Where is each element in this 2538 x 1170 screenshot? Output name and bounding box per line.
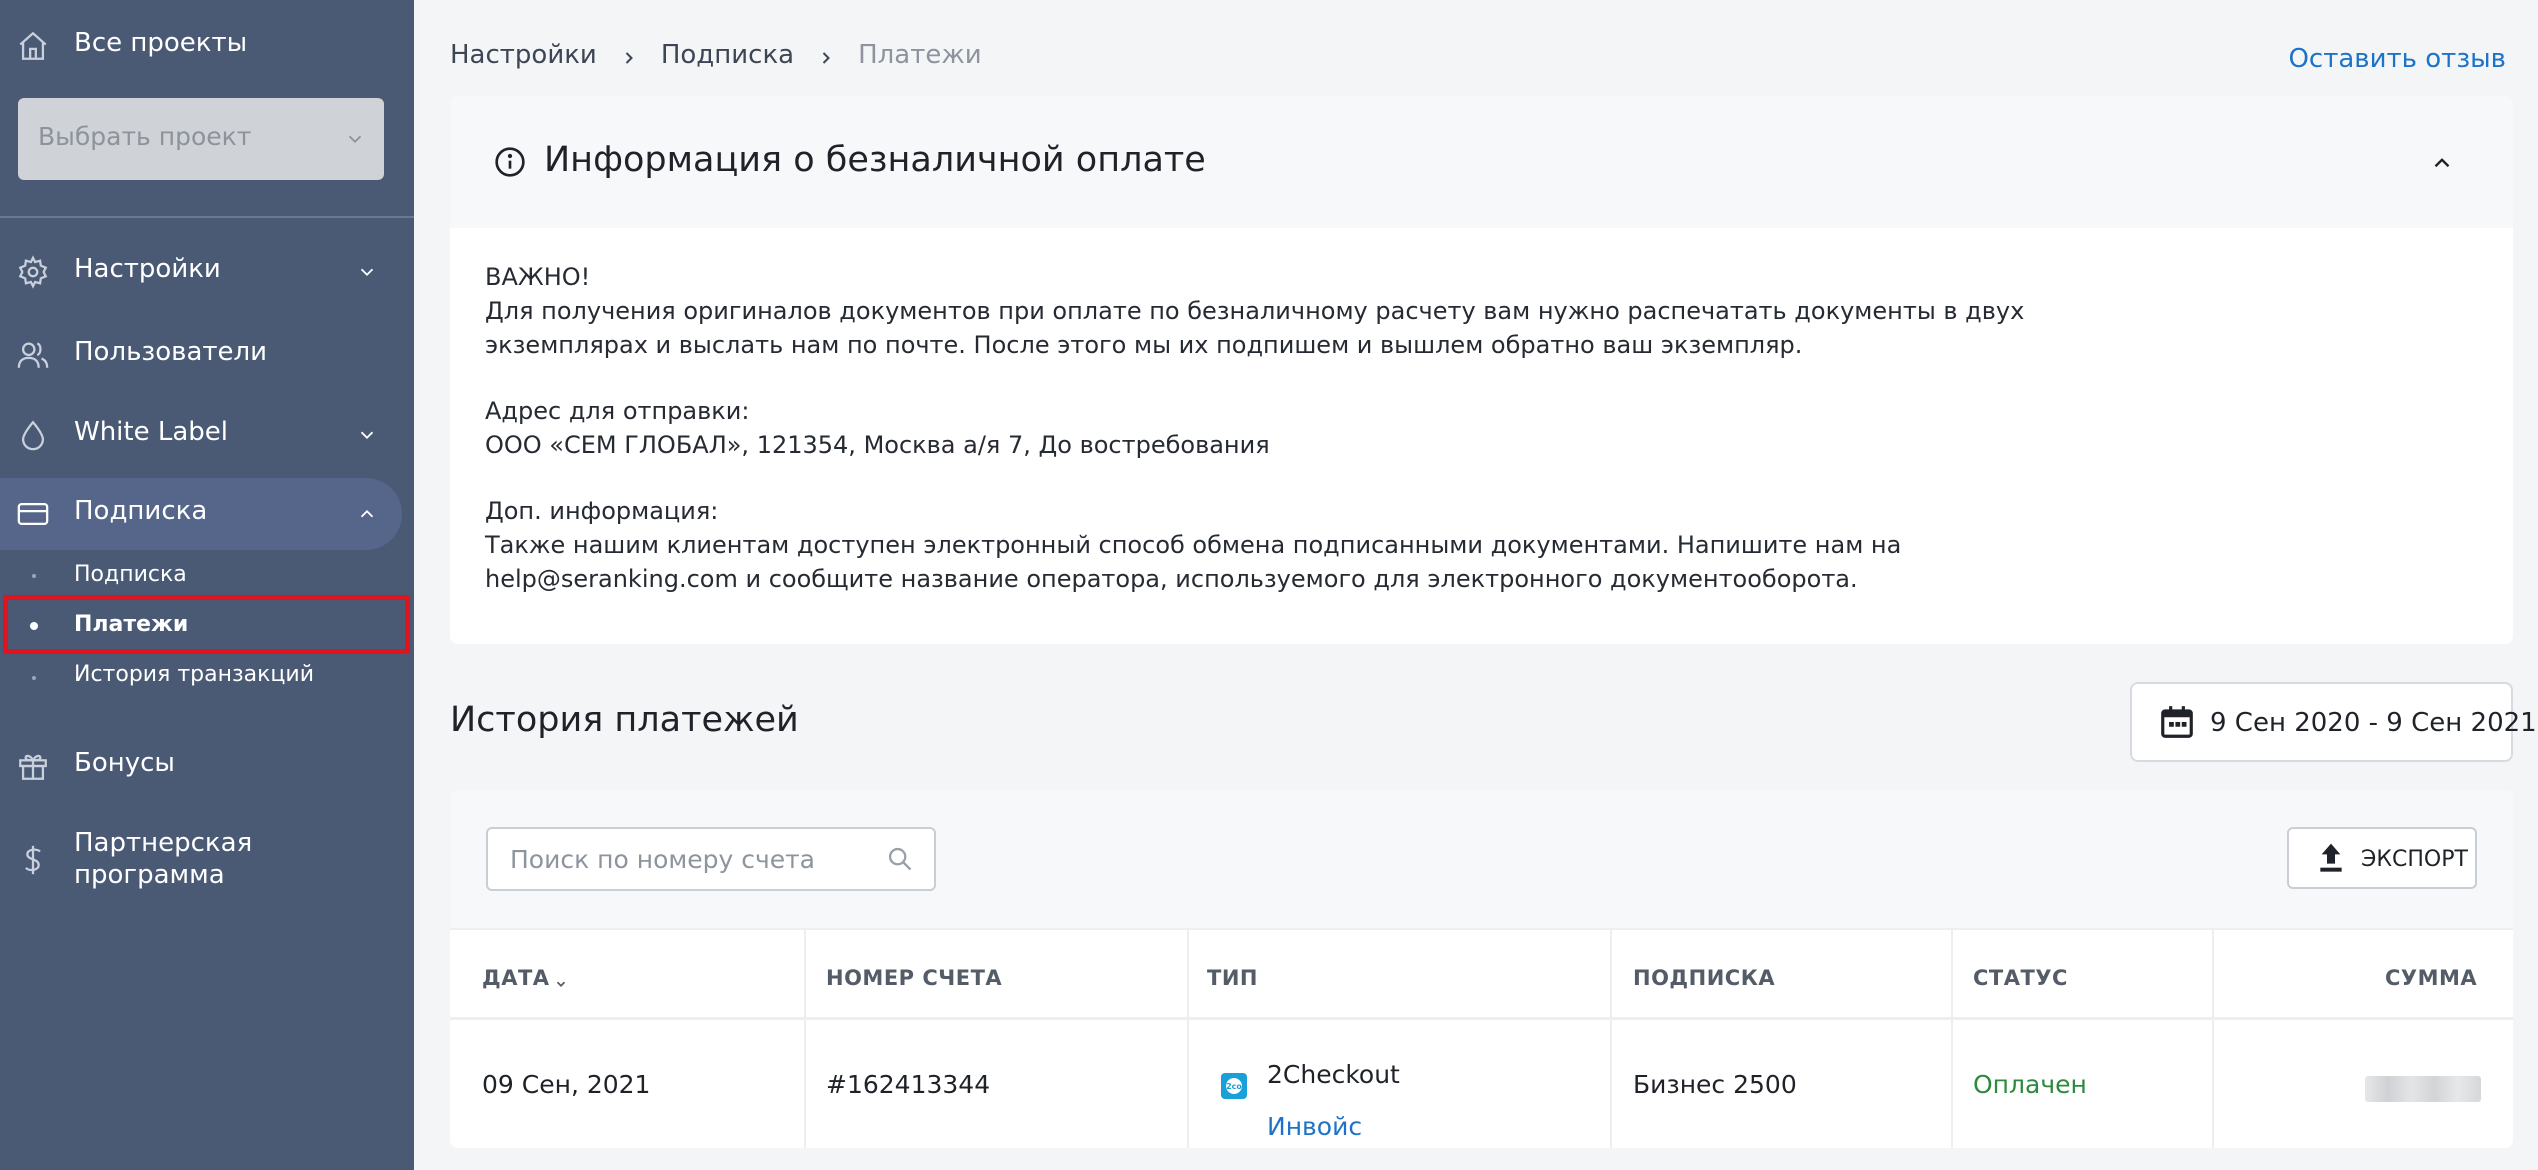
- svg-text:2co: 2co: [1226, 1082, 1242, 1091]
- column-subscription: ПОДПИСКА: [1633, 966, 1776, 990]
- sort-chevron-icon: [554, 972, 568, 987]
- project-select-placeholder: Выбрать проект: [38, 122, 252, 151]
- date-range-button[interactable]: 9 Сен 2020 - 9 Сен 2021: [2130, 682, 2537, 762]
- sidebar-item-users[interactable]: Пользователи: [0, 335, 414, 375]
- drop-icon: [16, 418, 50, 452]
- breadcrumb-settings[interactable]: Настройки: [450, 40, 597, 70]
- upload-icon: [2315, 841, 2347, 875]
- column-invoice: НОМЕР СЧЕТА: [826, 966, 1003, 990]
- extra-label: Доп. информация:: [485, 497, 719, 525]
- export-button[interactable]: ЭКСПОРТ: [2287, 827, 2477, 889]
- info-card: Информация о безналичной оплате ВАЖНО! Д…: [450, 96, 2513, 644]
- invoice-search[interactable]: [486, 827, 936, 891]
- sub-item-dot: [32, 574, 36, 578]
- sidebar-item-partner[interactable]: Партнерская программа: [0, 828, 414, 892]
- cell-status: Оплачен: [1973, 1070, 2087, 1099]
- sidebar-item-white-label[interactable]: White Label: [0, 415, 414, 455]
- cell-amount-blurred: [2365, 1076, 2481, 1102]
- calendar-icon: [2158, 703, 2196, 741]
- sidebar-divider: [0, 216, 414, 218]
- sidebar-item-subscription[interactable]: Подписка: [0, 494, 414, 534]
- sub-item-dot: [32, 676, 36, 680]
- address-text: ООО «СЕМ ГЛОБАЛ», 121354, Москва а/я 7, …: [485, 431, 1270, 459]
- gear-icon: [16, 255, 50, 289]
- info-line: экземплярах и выслать нам по почте. Посл…: [485, 331, 1803, 359]
- feedback-link[interactable]: Оставить отзыв: [2288, 44, 2506, 74]
- sidebar-item-settings[interactable]: Настройки: [0, 252, 414, 292]
- info-important: ВАЖНО!: [485, 263, 591, 291]
- sidebar-item-bonuses[interactable]: Бонусы: [0, 746, 414, 786]
- invoice-link[interactable]: Инвойс: [1267, 1112, 1362, 1141]
- history-title: История платежей: [450, 700, 799, 740]
- chevron-down-icon: [356, 261, 378, 283]
- info-card-title: Информация о безналичной оплате: [544, 140, 1206, 180]
- sidebar-item-label: White Label: [74, 417, 229, 447]
- sidebar: Все проекты Выбрать проект Настройки Пол…: [0, 0, 414, 1170]
- sidebar-item-label-line2: программа: [74, 860, 225, 890]
- highlight-box: [3, 595, 410, 654]
- export-label: ЭКСПОРТ: [2361, 847, 2468, 872]
- sub-item-subscription[interactable]: Подписка: [74, 562, 187, 587]
- 2checkout-icon: 2co: [1220, 1072, 1248, 1100]
- chevron-down-icon: [344, 128, 366, 150]
- project-select[interactable]: Выбрать проект: [18, 98, 384, 180]
- breadcrumb-subscription[interactable]: Подписка: [661, 40, 794, 70]
- gift-icon: [16, 749, 50, 783]
- card-icon: [16, 497, 50, 531]
- chevron-right-icon: [816, 45, 836, 65]
- info-card-body: ВАЖНО! Для получения оригиналов документ…: [485, 260, 2385, 596]
- sidebar-item-label-line1: Партнерская: [74, 828, 253, 858]
- home-icon: [16, 29, 50, 63]
- table-row: 09 Сен, 2021 #162413344 2co 2Checkout Ин…: [450, 1020, 2513, 1148]
- info-icon: [494, 146, 526, 178]
- info-line: Для получения оригиналов документов при …: [485, 297, 2025, 325]
- all-projects-link[interactable]: Все проекты: [0, 26, 414, 66]
- sidebar-item-label: Подписка: [74, 496, 208, 526]
- sub-item-dot-active: [30, 622, 38, 630]
- all-projects-label: Все проекты: [74, 28, 248, 58]
- column-date[interactable]: ДАТА: [482, 966, 568, 990]
- cell-invoice: #162413344: [826, 1070, 991, 1099]
- chevron-up-icon: [356, 503, 378, 525]
- sidebar-item-label: Бонусы: [74, 748, 175, 778]
- column-amount: СУММА: [2385, 966, 2478, 990]
- breadcrumb: Настройки Подписка Платежи: [450, 40, 982, 70]
- extra-line: help@seranking.com и сообщите название о…: [485, 565, 1858, 593]
- search-icon: [886, 845, 914, 873]
- table-header: ДАТА НОМЕР СЧЕТА ТИП ПОДПИСКА СТАТУС СУМ…: [450, 928, 2513, 1020]
- address-label: Адрес для отправки:: [485, 397, 750, 425]
- chevron-right-icon: [619, 45, 639, 65]
- chevron-down-icon: [356, 424, 378, 446]
- extra-line: Также нашим клиентам доступен электронны…: [485, 531, 1902, 559]
- date-range-text: 9 Сен 2020 - 9 Сен 2021: [2210, 708, 2537, 738]
- column-type: ТИП: [1207, 966, 1258, 990]
- cell-subscription: Бизнес 2500: [1633, 1070, 1797, 1099]
- info-card-header[interactable]: Информация о безналичной оплате: [450, 96, 2513, 228]
- table-toolbar: ЭКСПОРТ: [450, 790, 2513, 928]
- cell-date: 09 Сен, 2021: [482, 1070, 651, 1099]
- column-status: СТАТУС: [1973, 966, 2068, 990]
- payments-table-card: ЭКСПОРТ ДАТА НОМЕР СЧЕТА ТИП ПОДПИСКА СТ…: [450, 790, 2513, 1148]
- cell-type: 2Checkout: [1267, 1060, 1400, 1089]
- users-icon: [16, 338, 50, 372]
- sidebar-item-label: Пользователи: [74, 337, 268, 367]
- breadcrumb-payments: Платежи: [858, 40, 982, 70]
- sub-item-transactions[interactable]: История транзакций: [74, 662, 314, 687]
- dollar-icon: [16, 843, 50, 877]
- sidebar-item-label: Настройки: [74, 254, 221, 284]
- search-input[interactable]: [510, 843, 870, 875]
- chevron-up-icon[interactable]: [2429, 150, 2455, 176]
- sub-item-payments[interactable]: Платежи: [74, 612, 188, 637]
